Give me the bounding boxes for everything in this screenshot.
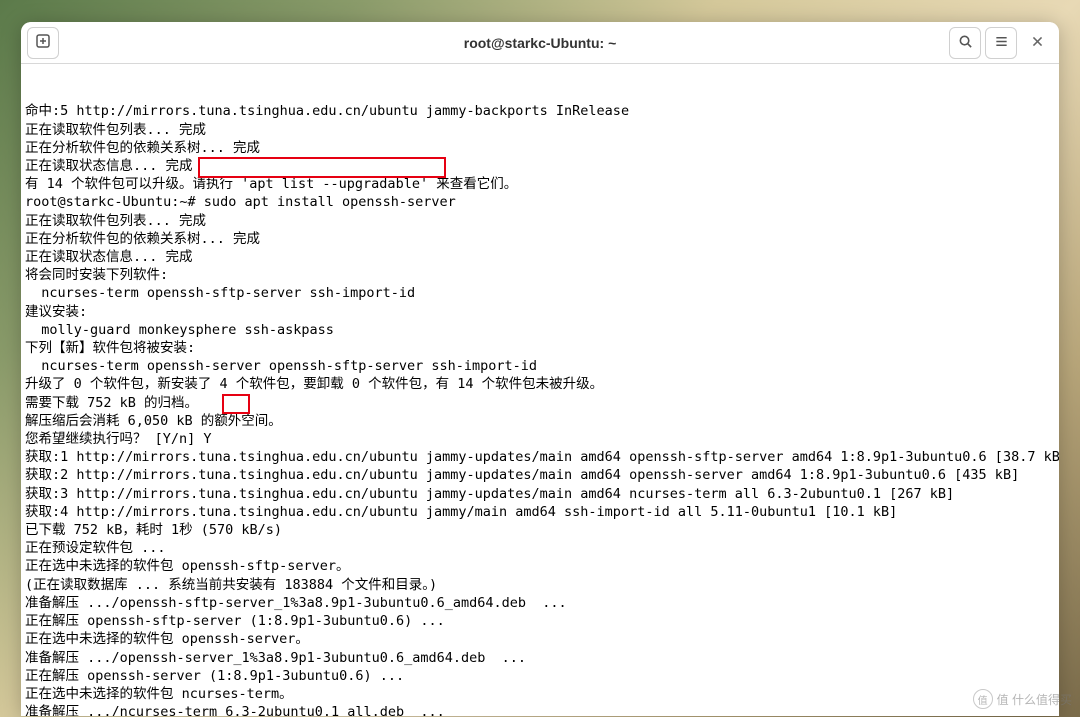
terminal-line: (正在读取数据库 ... 系统当前共安装有 183884 个文件和目录。)	[25, 576, 1055, 594]
terminal-line: 已下载 752 kB，耗时 1秒 (570 kB/s)	[25, 521, 1055, 539]
terminal-line: 正在选中未选择的软件包 openssh-server。	[25, 630, 1055, 648]
window-title: root@starkc-Ubuntu: ~	[21, 35, 1059, 51]
terminal-line: 正在选中未选择的软件包 openssh-sftp-server。	[25, 557, 1055, 575]
terminal-line: 正在读取软件包列表... 完成	[25, 212, 1055, 230]
terminal-line: 需要下载 752 kB 的归档。	[25, 394, 1055, 412]
terminal-line: 下列【新】软件包将被安装:	[25, 339, 1055, 357]
terminal-line: 有 14 个软件包可以升级。请执行 'apt list --upgradable…	[25, 175, 1055, 193]
terminal-line: 正在解压 openssh-sftp-server (1:8.9p1-3ubunt…	[25, 612, 1055, 630]
terminal-line: 建议安装:	[25, 303, 1055, 321]
terminal-output[interactable]: 命中:5 http://mirrors.tuna.tsinghua.edu.cn…	[21, 64, 1059, 716]
terminal-line: 正在分析软件包的依赖关系树... 完成	[25, 139, 1055, 157]
search-icon	[958, 34, 973, 52]
terminal-line: ncurses-term openssh-server openssh-sftp…	[25, 357, 1055, 375]
terminal-line: 正在选中未选择的软件包 ncurses-term。	[25, 685, 1055, 703]
terminal-line: 正在读取软件包列表... 完成	[25, 121, 1055, 139]
terminal-line: 正在预设定软件包 ...	[25, 539, 1055, 557]
terminal-line: 正在读取状态信息... 完成	[25, 248, 1055, 266]
terminal-line: 准备解压 .../ncurses-term_6.3-2ubuntu0.1_all…	[25, 703, 1055, 716]
terminal-line: 正在分析软件包的依赖关系树... 完成	[25, 230, 1055, 248]
terminal-line: 获取:2 http://mirrors.tuna.tsinghua.edu.cn…	[25, 466, 1055, 484]
terminal-line: 解压缩后会消耗 6,050 kB 的额外空间。	[25, 412, 1055, 430]
search-button[interactable]	[949, 27, 981, 59]
terminal-line: 获取:3 http://mirrors.tuna.tsinghua.edu.cn…	[25, 485, 1055, 503]
terminal-line: 获取:1 http://mirrors.tuna.tsinghua.edu.cn…	[25, 448, 1055, 466]
terminal-line: ncurses-term openssh-sftp-server ssh-imp…	[25, 284, 1055, 302]
new-tab-button[interactable]	[27, 27, 59, 59]
terminal-line: root@starkc-Ubuntu:~# sudo apt install o…	[25, 193, 1055, 211]
hamburger-icon	[994, 34, 1009, 52]
terminal-line: 将会同时安装下列软件:	[25, 266, 1055, 284]
terminal-line: molly-guard monkeysphere ssh-askpass	[25, 321, 1055, 339]
terminal-line: 命中:5 http://mirrors.tuna.tsinghua.edu.cn…	[25, 102, 1055, 120]
close-icon	[1031, 35, 1044, 51]
close-button[interactable]	[1021, 27, 1053, 59]
terminal-line: 升级了 0 个软件包，新安装了 4 个软件包，要卸载 0 个软件包，有 14 个…	[25, 375, 1055, 393]
titlebar: root@starkc-Ubuntu: ~	[21, 22, 1059, 64]
menu-button[interactable]	[985, 27, 1017, 59]
terminal-line: 获取:4 http://mirrors.tuna.tsinghua.edu.cn…	[25, 503, 1055, 521]
terminal-line: 准备解压 .../openssh-server_1%3a8.9p1-3ubunt…	[25, 649, 1055, 667]
terminal-line: 您希望继续执行吗？ [Y/n] Y	[25, 430, 1055, 448]
terminal-window: root@starkc-Ubuntu: ~	[21, 22, 1059, 716]
terminal-line: 正在解压 openssh-server (1:8.9p1-3ubuntu0.6)…	[25, 667, 1055, 685]
terminal-line: 正在读取状态信息... 完成	[25, 157, 1055, 175]
plus-tab-icon	[35, 33, 51, 52]
terminal-line: 准备解压 .../openssh-sftp-server_1%3a8.9p1-3…	[25, 594, 1055, 612]
